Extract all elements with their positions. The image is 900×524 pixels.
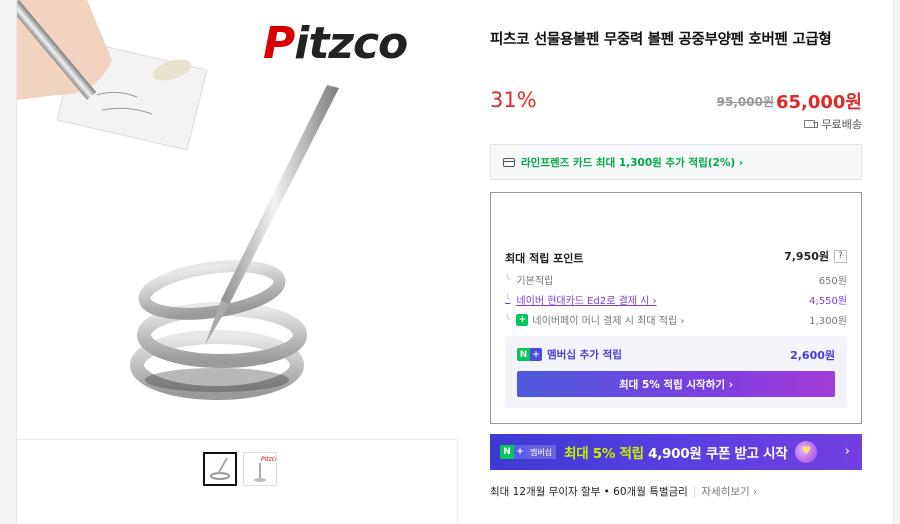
discount-rate: 31% <box>490 88 537 112</box>
membership-value: 2,600원 <box>790 349 835 362</box>
sale-price: 65,000원 <box>775 92 862 113</box>
promo-text: 최대 5% 적립 4,900원 쿠폰 받고 시작 <box>564 446 788 462</box>
product-title: 피츠코 선물용볼펜 무중력 볼펜 공중부양펜 호버펜 고급형 <box>490 32 832 48</box>
membership-box: N + 멤버십 추가 적립 2,600원 최대 5% 적립 시작하기 › <box>505 336 847 408</box>
original-price: 95,000원 <box>716 95 774 109</box>
shipping-info: 무료배송 <box>803 116 862 132</box>
truck-icon <box>803 119 818 129</box>
membership-label: N + 멤버십 추가 적립 <box>517 347 622 362</box>
svg-text:Pitzco: Pitzco <box>261 456 276 463</box>
brand-logo: Pitzco <box>263 18 408 69</box>
membership-promo-banner[interactable]: N + 멤버십 최대 5% 적립 4,900원 쿠폰 받고 시작 › <box>490 434 862 470</box>
card-promo-text: 라인프렌즈 카드 최대 1,300원 추가 적립(2%) › <box>521 156 744 169</box>
thumbnail-1[interactable] <box>203 452 237 486</box>
points-row-basic: 기본적립 650원 <box>505 272 847 287</box>
chevron-right-icon: › <box>844 444 850 459</box>
credit-card-icon <box>503 157 515 167</box>
thumbnail-2[interactable]: Pitzco <box>243 452 277 486</box>
installment-details-link[interactable]: 자세히보기 › <box>701 484 757 499</box>
points-heading: 최대 적립 포인트 <box>505 252 584 265</box>
card-promo-banner[interactable]: 라인프렌즈 카드 최대 1,300원 추가 적립(2%) › <box>490 144 862 180</box>
points-row-card[interactable]: 네이버 현대카드 Ed2로 결제 시 › 4,550원 <box>505 292 847 307</box>
product-gallery: Pitzco Pitzco <box>17 0 458 524</box>
membership-start-button[interactable]: 최대 5% 적립 시작하기 › <box>517 371 835 397</box>
help-icon[interactable]: ? <box>834 249 847 263</box>
points-total: 7,950원 ? <box>784 248 847 264</box>
thumbnail-strip: Pitzco <box>203 452 277 486</box>
naver-plus-membership-badge: N + 멤버십 <box>500 445 557 459</box>
npay-icon: + <box>516 313 529 326</box>
thumbnail-pen-icon: Pitzco <box>254 456 276 482</box>
points-panel: 최대 적립 포인트 7,950원 ? 기본적립 650원 네이버 현대카드 Ed… <box>490 192 862 424</box>
product-main-image[interactable]: Pitzco <box>17 0 458 440</box>
product-page: Pitzco Pitzco 피츠코 선물용볼펜 무중력 볼펜 공중부양펜 호버펜… <box>16 0 894 524</box>
gift-icon <box>795 441 818 463</box>
thumbnail-pen-icon <box>210 457 230 480</box>
installment-info: 최대 12개월 무이자 할부 • 60개월 특별금리 | 자세히보기 › <box>490 484 758 499</box>
naver-plus-badge-icon: N + <box>517 348 542 361</box>
points-row-npay[interactable]: + 네이버페이 머니 결제 시 최대 적립 › 1,300원 <box>505 312 847 327</box>
